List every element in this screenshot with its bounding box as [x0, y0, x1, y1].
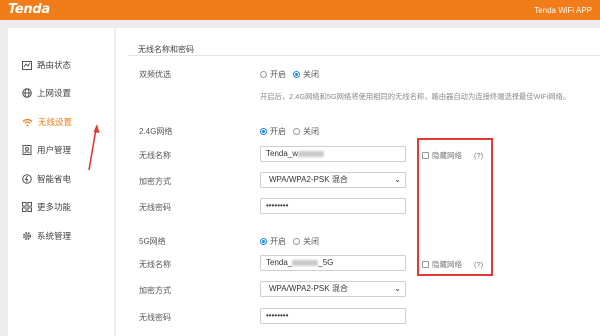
band24-ssid-label: 无线名称	[139, 151, 171, 160]
dual-band-off-radio[interactable]: 关闭	[293, 69, 319, 80]
band5-label: 5G网络	[139, 237, 166, 246]
divider	[128, 55, 600, 56]
band24-on-radio[interactable]: 开启	[260, 126, 286, 137]
band5-off-radio[interactable]: 关闭	[293, 236, 319, 247]
band5-ssid-input[interactable]: Tenda_ _5G	[260, 255, 406, 271]
highlight-box	[417, 138, 493, 276]
band24-pwd-input[interactable]: ••••••••	[260, 198, 406, 214]
band24-pwd-label: 无线密码	[139, 203, 171, 212]
band5-enc-select[interactable]: WPA/WPA2-PSK 混合 ⌄	[260, 281, 406, 297]
band24-label: 2.4G网络	[139, 127, 173, 136]
dual-band-on-radio[interactable]: 开启	[260, 69, 286, 80]
chevron-down-icon: ⌄	[394, 175, 401, 184]
section-title: 无线名称和密码	[138, 45, 194, 54]
band24-enc-select[interactable]: WPA/WPA2-PSK 混合 ⌄	[260, 172, 406, 188]
band24-off-radio[interactable]: 关闭	[293, 126, 319, 137]
band5-enc-label: 加密方式	[139, 286, 171, 295]
band5-on-radio[interactable]: 开启	[260, 236, 286, 247]
band5-ssid-label: 无线名称	[139, 260, 171, 269]
band24-ssid-input[interactable]: Tenda_w	[260, 146, 406, 162]
dual-band-hint: 开启后，2.4G网络和5G网络将使用相同的无线名称，路由器自动为连接终端选择最佳…	[260, 92, 571, 101]
band24-enc-label: 加密方式	[139, 177, 171, 186]
band5-pwd-label: 无线密码	[139, 313, 171, 322]
chevron-down-icon: ⌄	[394, 284, 401, 293]
main-panel: 无线名称和密码 双频优选 开启 关闭 开启后，2.4G网络和5G网络将使用相同的…	[116, 28, 600, 336]
dual-band-label: 双频优选	[139, 70, 171, 79]
band5-pwd-input[interactable]: ••••••••	[260, 308, 406, 324]
